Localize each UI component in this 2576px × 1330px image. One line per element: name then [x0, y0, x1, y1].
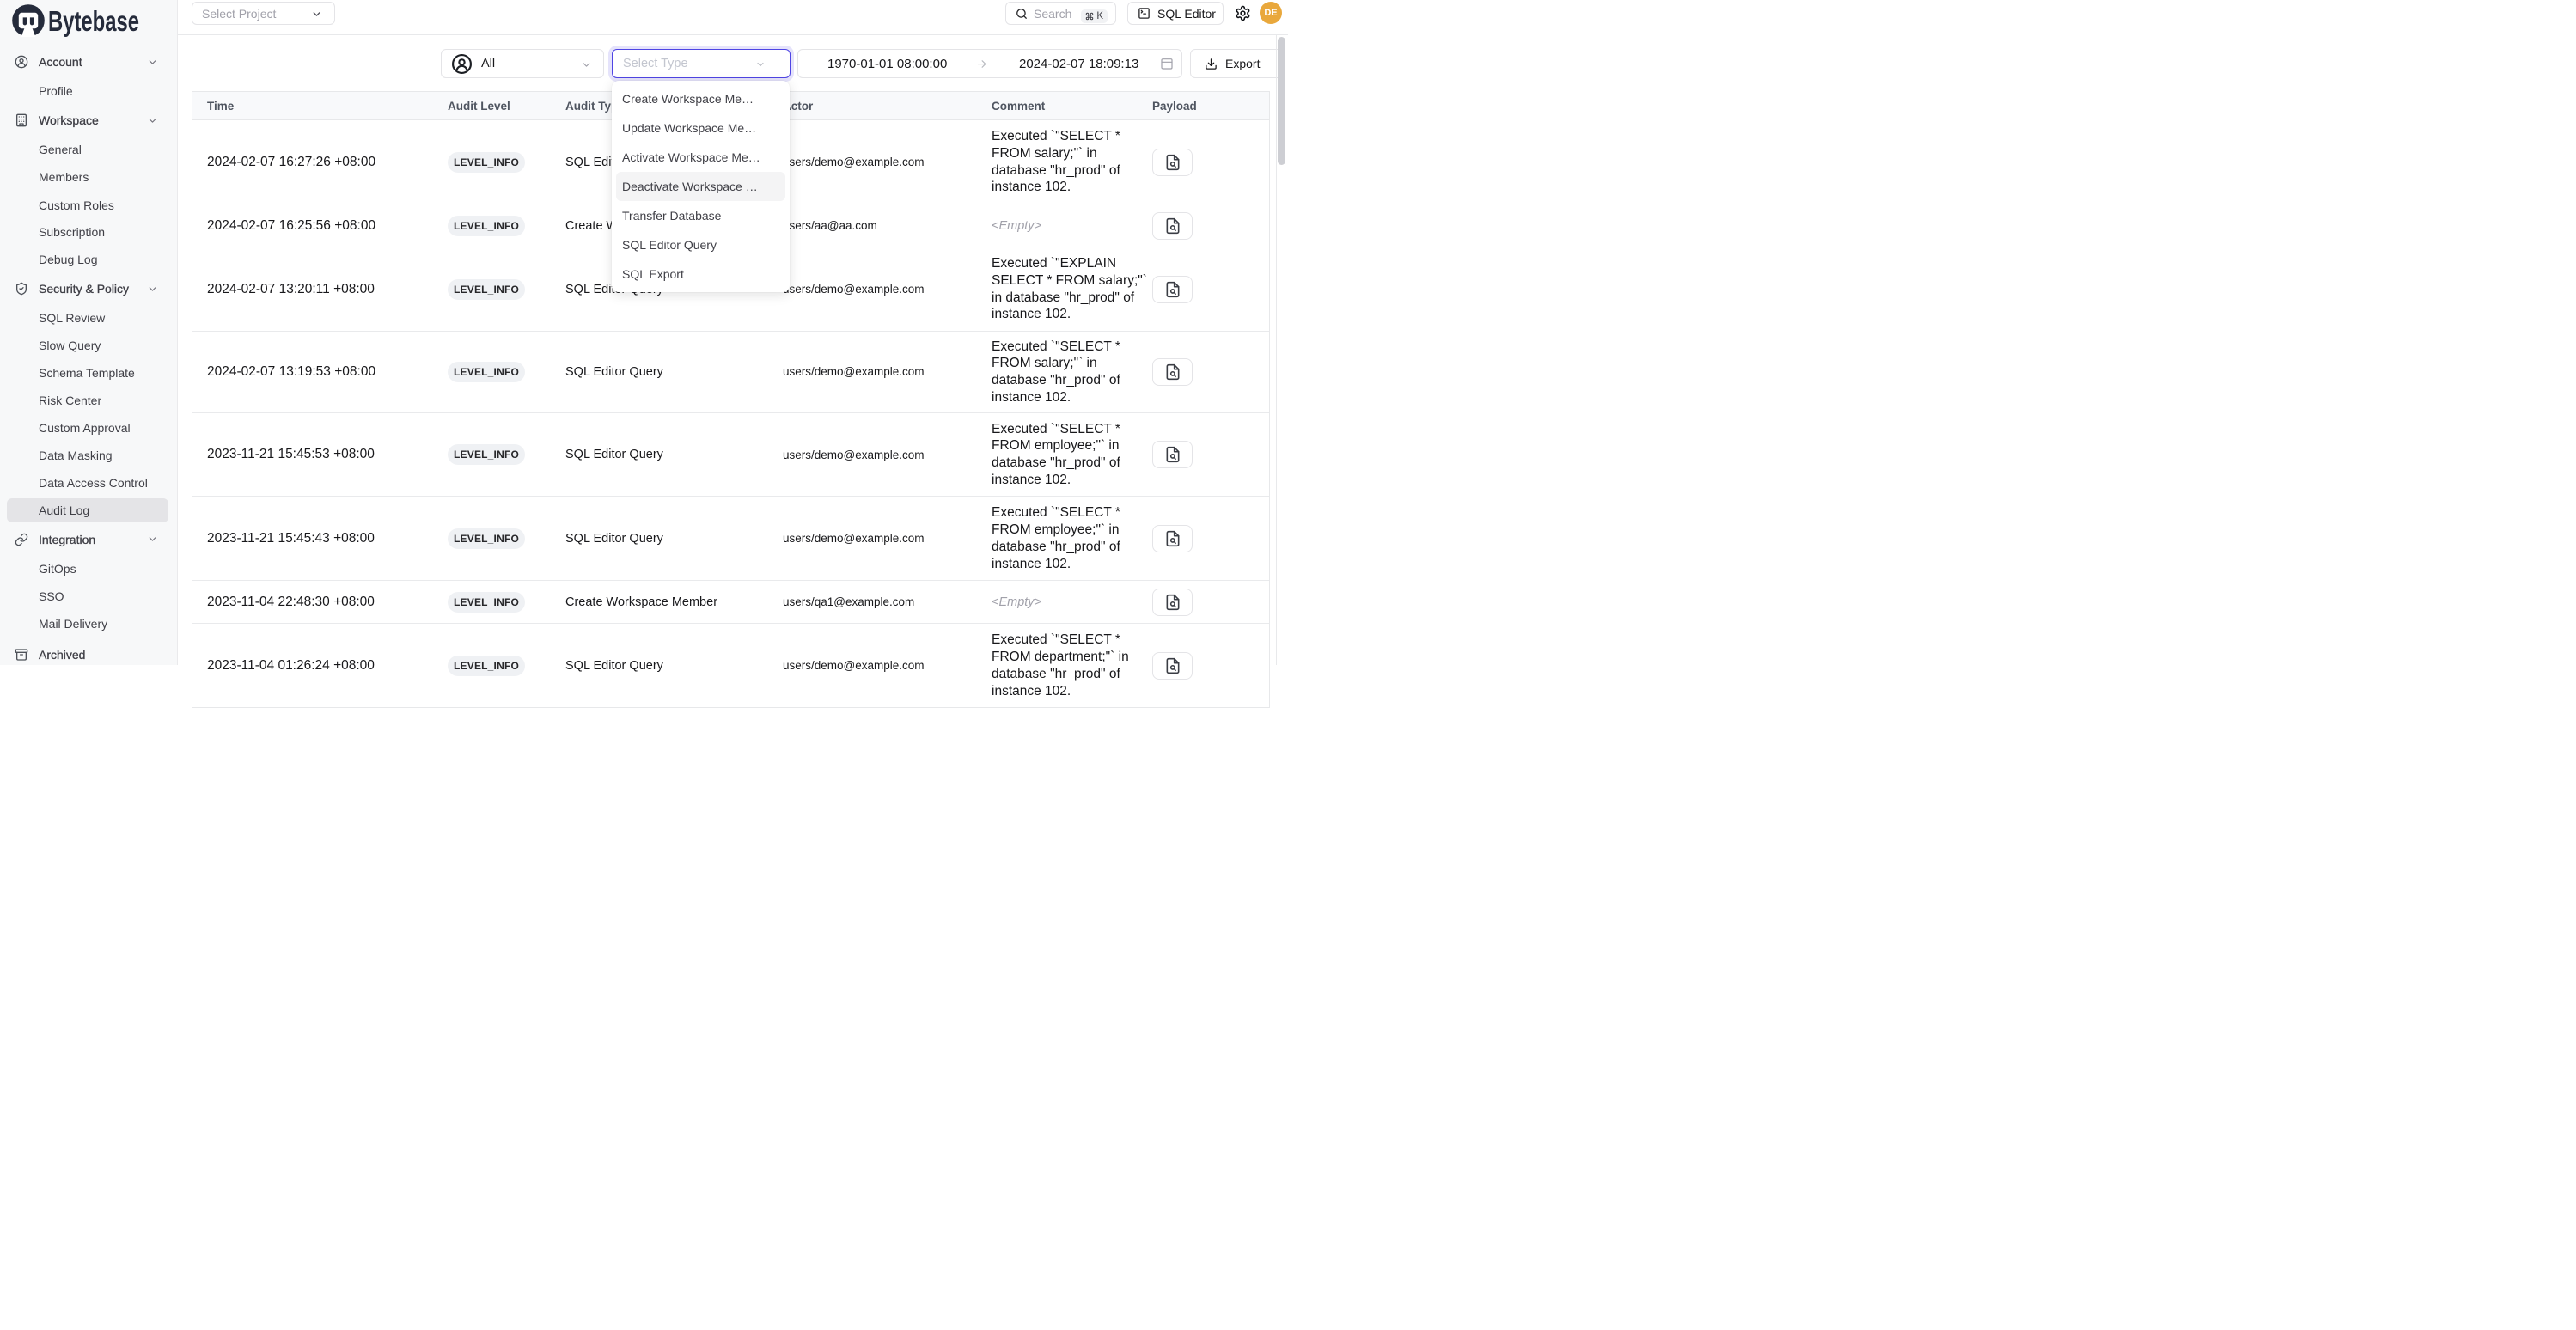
- svg-text:Bytebase: Bytebase: [48, 5, 139, 37]
